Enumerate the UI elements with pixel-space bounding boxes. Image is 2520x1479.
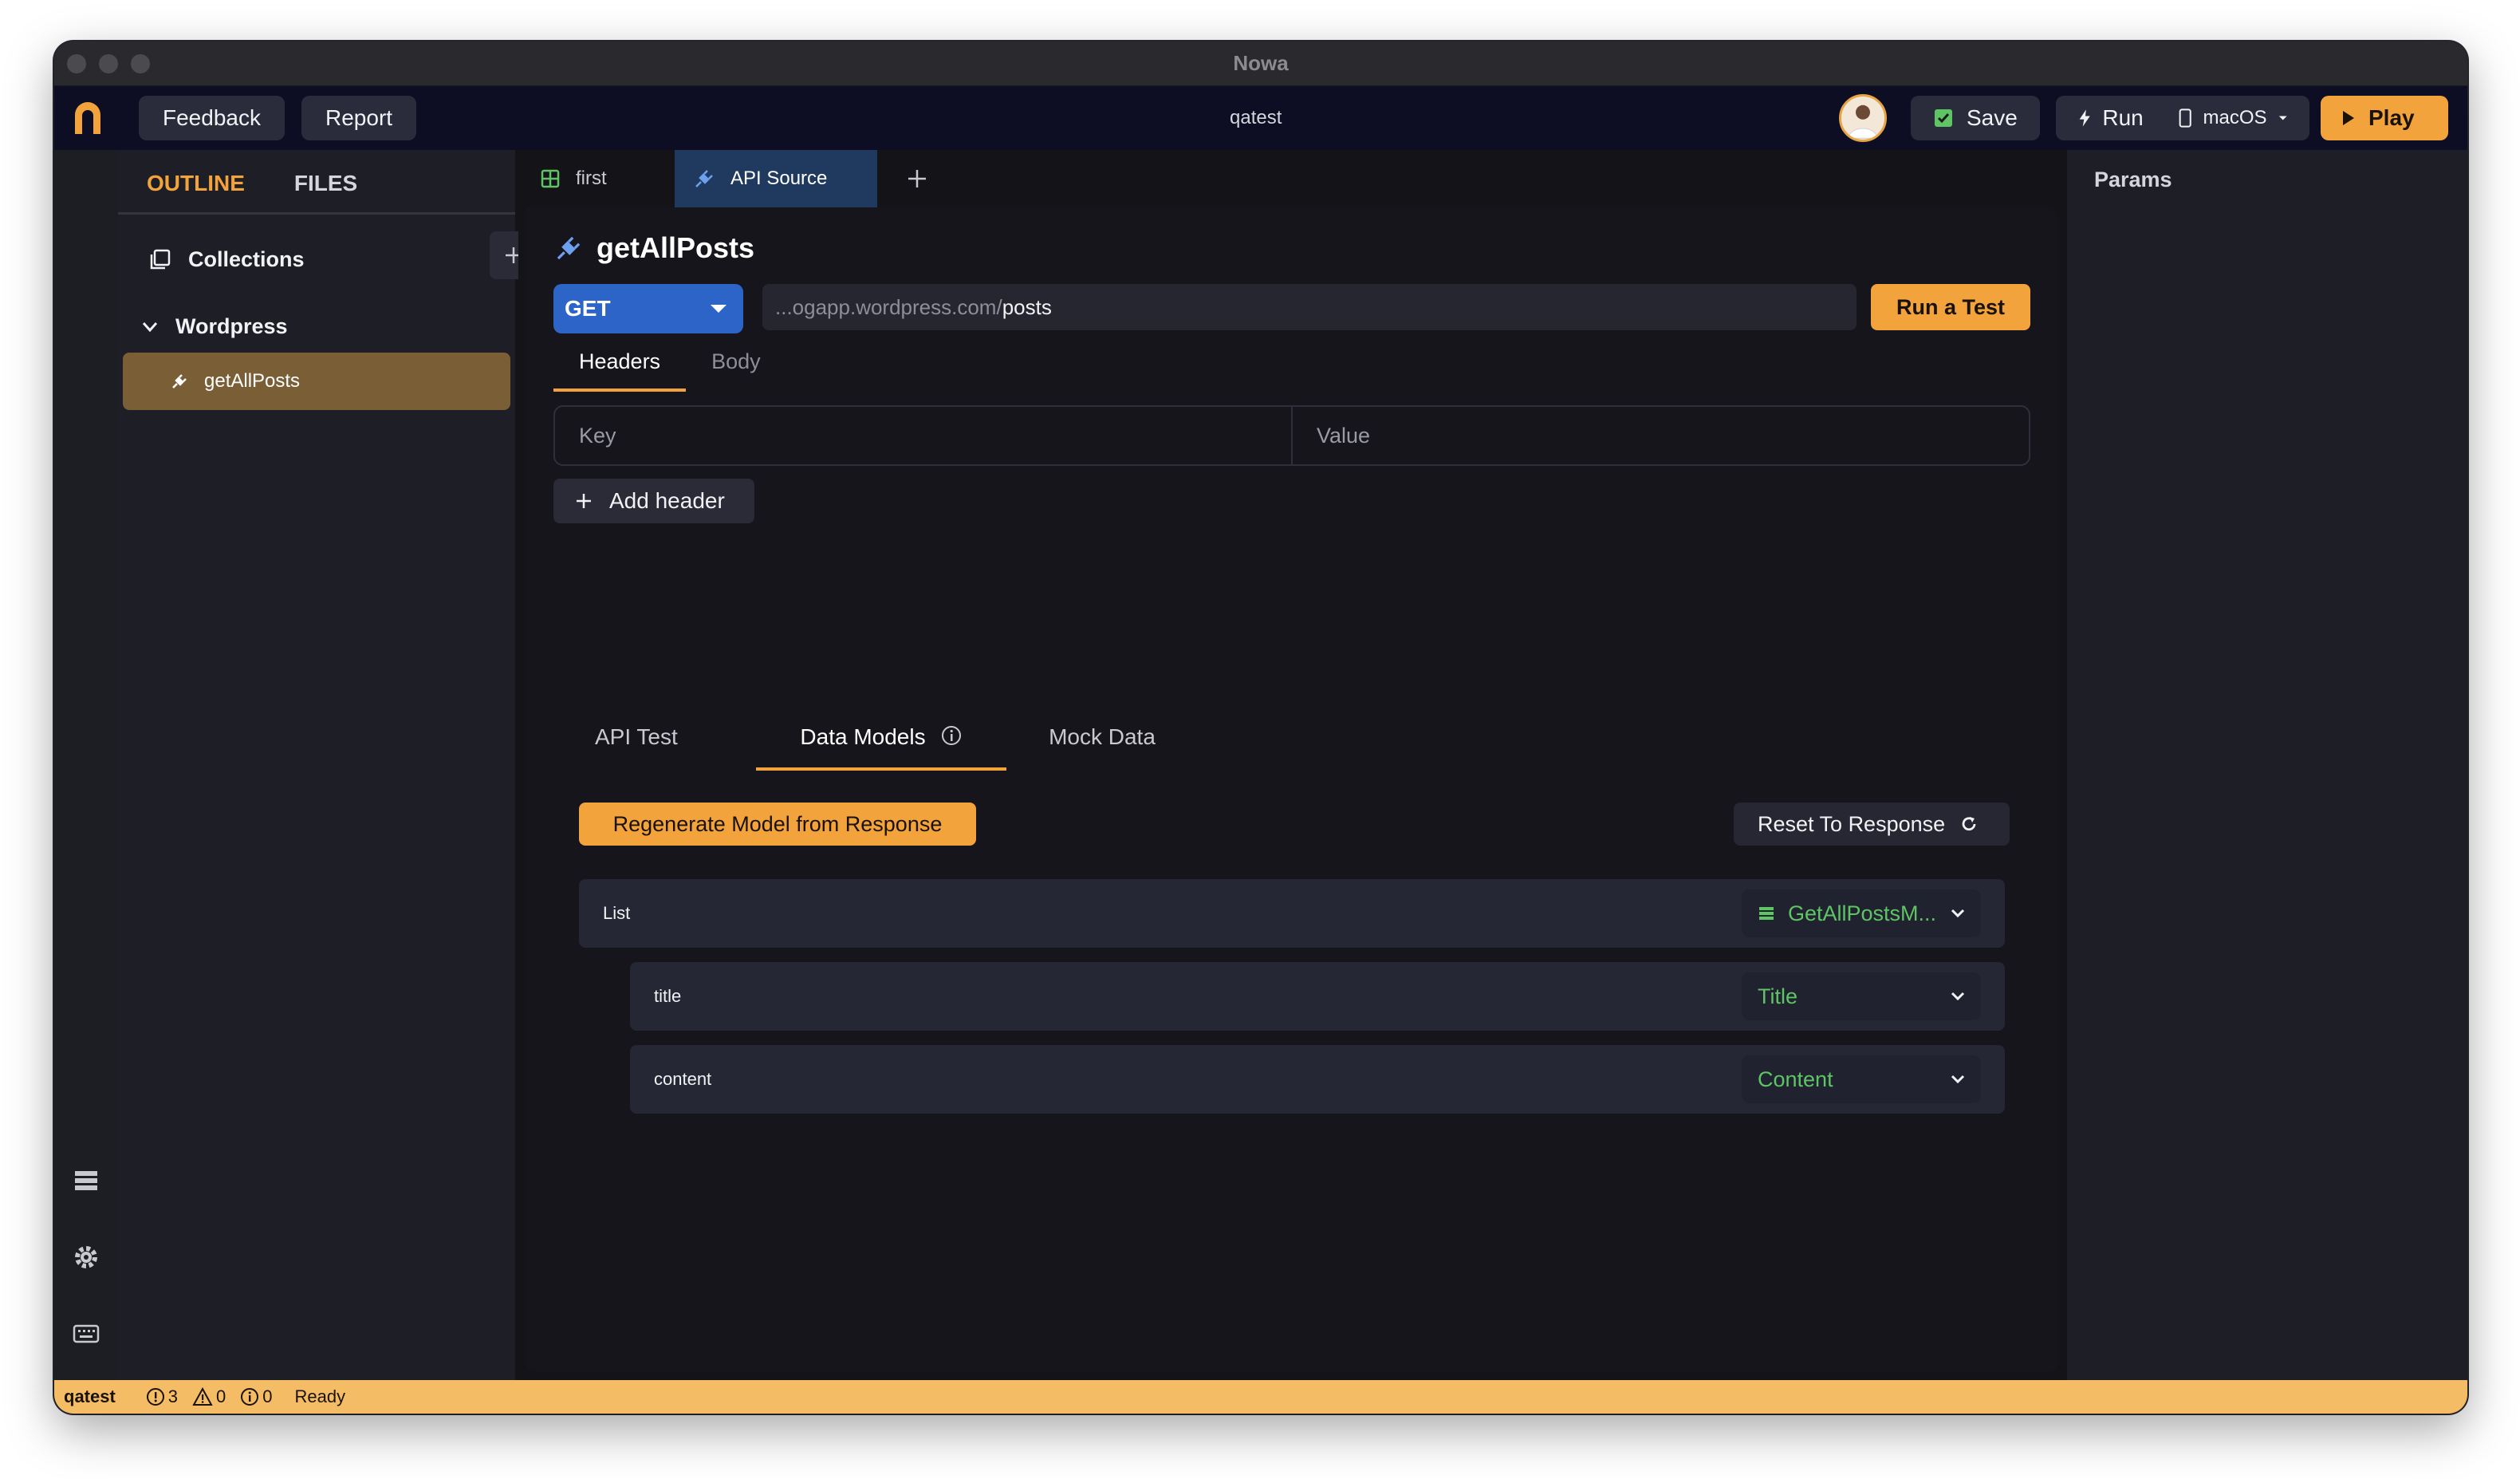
save-button[interactable]: Save	[1911, 96, 2040, 140]
caret-down-icon	[711, 305, 726, 313]
plug-icon	[557, 236, 581, 260]
value-column-header: Value	[1291, 407, 2029, 464]
platform-select[interactable]: macOS	[2203, 107, 2267, 129]
editor-area: first API Source getAllPosts GET ...ogap…	[518, 150, 2064, 1380]
tab-outline[interactable]: OUTLINE	[147, 171, 245, 196]
content-type-select[interactable]: Content	[1742, 1055, 1981, 1103]
run-group: Run macOS	[2056, 96, 2309, 140]
title-type-select[interactable]: Title	[1742, 972, 1981, 1020]
sidebar-item-getallposts[interactable]: getAllPosts	[123, 353, 510, 410]
plug-icon	[695, 170, 713, 187]
status-warnings[interactable]: 0	[192, 1386, 226, 1407]
feedback-button[interactable]: Feedback	[139, 96, 285, 140]
reset-to-response-button[interactable]: Reset To Response	[1734, 803, 2010, 846]
project-name: qatest	[1230, 107, 1282, 128]
title-bar: Nowa	[54, 41, 2467, 86]
sidebar-divider	[118, 212, 515, 215]
chevron-down-icon	[142, 321, 158, 332]
status-bar: qatest 3 0 0 Ready	[54, 1380, 2467, 1414]
tab-files[interactable]: FILES	[294, 171, 357, 196]
device-phone-icon	[2179, 108, 2191, 128]
api-source-panel: getAllPosts GET ...ogapp.wordpress.com/p…	[526, 207, 2057, 1372]
api-title: getAllPosts	[555, 231, 754, 265]
save-check-icon	[1935, 109, 1952, 127]
left-rail	[54, 150, 118, 1380]
list-model-icon	[1759, 907, 1774, 920]
grid-icon	[541, 169, 560, 188]
chevron-down-icon	[1951, 909, 1965, 918]
http-method-select[interactable]: GET	[553, 284, 743, 333]
status-state: Ready	[294, 1386, 346, 1406]
collections-header[interactable]: Collections	[148, 247, 305, 272]
model-row-content: content Content	[630, 1045, 2005, 1114]
nowa-logo-icon	[75, 102, 100, 134]
status-project: qatest	[64, 1386, 116, 1406]
tab-body[interactable]: Body	[686, 345, 786, 392]
app-window: Nowa Feedback Report qatest Save Run mac…	[54, 41, 2467, 1414]
refresh-icon	[1962, 817, 1976, 831]
window-controls	[67, 54, 150, 73]
gear-icon[interactable]	[72, 1243, 100, 1272]
add-header-button[interactable]: Add header	[553, 479, 754, 523]
tab-mock-data[interactable]: Mock Data	[1006, 724, 1198, 771]
editor-tabbar: first API Source	[518, 150, 2064, 207]
regenerate-model-button[interactable]: Regenerate Model from Response	[579, 803, 976, 846]
status-errors[interactable]: 3	[146, 1386, 178, 1407]
model-row-list: List GetAllPostsM...	[579, 879, 2005, 948]
request-tabs: Headers Body	[553, 345, 786, 392]
minimize-window-button[interactable]	[99, 54, 118, 73]
chevron-down-icon	[1951, 1075, 1965, 1084]
close-window-button[interactable]	[67, 54, 86, 73]
sidebar-tabs: OUTLINE FILES	[147, 171, 357, 196]
tab-data-models[interactable]: Data Models	[756, 724, 1006, 771]
run-test-button[interactable]: Run a Test	[1871, 284, 2030, 330]
params-panel: Params	[2067, 150, 2467, 1380]
tab-api-test[interactable]: API Test	[579, 724, 756, 771]
collections-icon	[150, 249, 171, 269]
top-toolbar: Feedback Report qatest Save Run macOS Pl…	[54, 86, 2467, 150]
report-button[interactable]: Report	[301, 96, 417, 140]
model-row-title: title Title	[630, 962, 2005, 1031]
chevron-down-icon	[1951, 992, 1965, 1001]
caret-down-icon	[2278, 116, 2287, 120]
play-button[interactable]: Play	[2321, 96, 2448, 140]
plus-icon	[908, 170, 926, 187]
user-avatar-icon	[1848, 105, 1878, 139]
url-input[interactable]: ...ogapp.wordpress.com/posts	[762, 284, 1857, 330]
response-tabs: API Test Data Models Mock Data	[579, 724, 1198, 771]
play-icon	[2343, 111, 2354, 125]
new-tab-button[interactable]	[893, 150, 941, 207]
info-icon	[241, 1388, 259, 1406]
model-type-select[interactable]: GetAllPostsM...	[1742, 889, 1981, 937]
api-name: getAllPosts	[597, 231, 755, 264]
key-column-header: Key	[579, 423, 616, 448]
tab-headers[interactable]: Headers	[553, 345, 687, 392]
database-icon[interactable]	[72, 1166, 100, 1195]
plug-icon	[172, 374, 187, 388]
status-infos[interactable]: 0	[240, 1386, 273, 1407]
error-icon	[146, 1388, 164, 1406]
plus-icon	[577, 494, 591, 508]
info-icon	[941, 726, 961, 745]
outline-panel: OUTLINE FILES Collections Wordpress getA…	[118, 150, 537, 1380]
params-title: Params	[2094, 168, 2172, 191]
window-title: Nowa	[1233, 51, 1289, 75]
warning-icon	[192, 1387, 213, 1406]
tab-first[interactable]: first	[518, 150, 667, 207]
keyboard-icon[interactable]	[72, 1319, 100, 1348]
tab-api-source[interactable]: API Source	[675, 150, 877, 207]
headers-table: Key Value	[553, 405, 2030, 466]
collection-wordpress[interactable]: Wordpress	[142, 314, 288, 339]
run-button[interactable]: Run	[2102, 105, 2143, 131]
avatar[interactable]	[1839, 94, 1887, 142]
lightning-icon	[2079, 109, 2090, 127]
zoom-window-button[interactable]	[131, 54, 150, 73]
